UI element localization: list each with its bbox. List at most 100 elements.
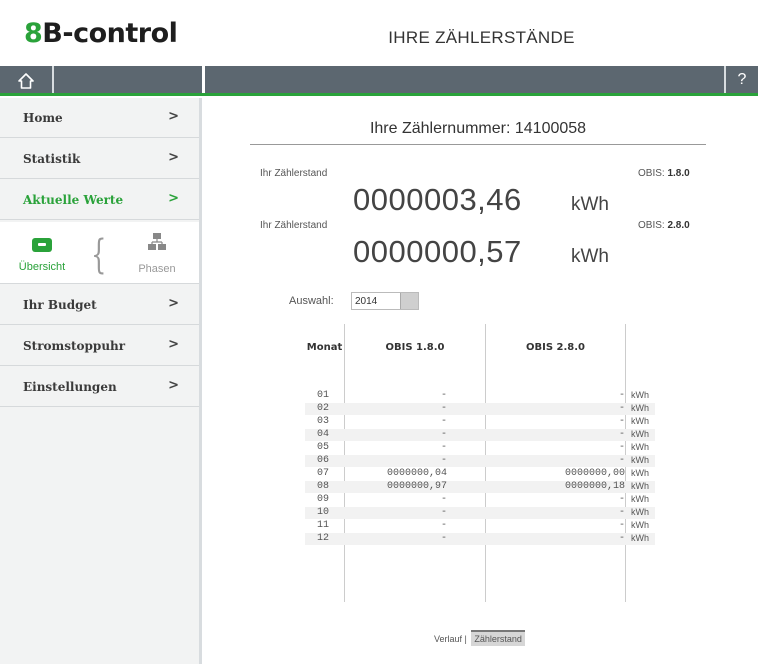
sidebar-item-einstellungen[interactable]: Einstellungen > bbox=[0, 367, 199, 407]
month-cell: 11 bbox=[317, 520, 330, 531]
sub-item-phases[interactable]: Phasen bbox=[132, 232, 182, 275]
verlauf-link[interactable]: Verlauf bbox=[434, 634, 462, 644]
month-cell: 05 bbox=[317, 442, 330, 453]
separator: | bbox=[464, 634, 467, 644]
reading-label: Ihr Zählerstand bbox=[260, 168, 328, 179]
zaehlerstand-link[interactable]: Zählerstand bbox=[471, 630, 525, 646]
obis280-cell: - bbox=[618, 520, 625, 531]
obis180-cell: - bbox=[440, 455, 447, 466]
chevron-right-icon: > bbox=[168, 191, 179, 206]
month-cell: 08 bbox=[317, 481, 330, 492]
obis180-cell: - bbox=[440, 403, 447, 414]
sidebar-item-aktuelle-werte[interactable]: Aktuelle Werte > bbox=[0, 180, 199, 220]
obis280-cell: 0000000,18 bbox=[564, 481, 625, 492]
sidebar-item-budget[interactable]: Ihr Budget > bbox=[0, 285, 199, 325]
view-switcher: Verlauf | Zählerstand bbox=[434, 630, 525, 646]
sidebar-item-statistik[interactable]: Statistik > bbox=[0, 139, 199, 179]
chevron-right-icon: > bbox=[168, 378, 179, 393]
month-cell: 09 bbox=[317, 494, 330, 505]
nav-divider bbox=[724, 66, 726, 93]
table-row: 04- - kWh bbox=[305, 429, 655, 441]
nav-divider bbox=[52, 66, 54, 93]
unit-cell: kWh bbox=[631, 468, 649, 478]
nav-divider bbox=[202, 66, 205, 93]
table-row: 11- - kWh bbox=[305, 520, 655, 532]
phases-icon bbox=[148, 233, 166, 250]
obis180-cell: - bbox=[440, 429, 447, 440]
sidebar-item-stromstoppuhr[interactable]: Stromstoppuhr > bbox=[0, 326, 199, 366]
month-cell: 01 bbox=[317, 390, 330, 401]
reading-label: Ihr Zählerstand bbox=[260, 220, 328, 231]
table-row: 02- - kWh bbox=[305, 403, 655, 415]
obis280-cell: - bbox=[618, 533, 625, 544]
obis-code: 1.8.0 bbox=[667, 168, 690, 179]
sub-item-overview[interactable]: Übersicht bbox=[16, 238, 68, 273]
month-cell: 02 bbox=[317, 403, 330, 414]
brace-divider: { bbox=[91, 232, 107, 278]
nav-bar: ? bbox=[0, 66, 758, 96]
unit-cell: kWh bbox=[631, 455, 649, 465]
obis-label: OBIS: 2.8.0 bbox=[638, 220, 690, 231]
unit-cell: kWh bbox=[631, 533, 649, 543]
unit-cell: kWh bbox=[631, 429, 649, 439]
obis180-cell: 0000000,04 bbox=[386, 468, 447, 479]
obis280-cell: - bbox=[618, 455, 625, 466]
sidebar: Home > Statistik > Aktuelle Werte > Über… bbox=[0, 98, 202, 664]
month-cell: 12 bbox=[317, 533, 330, 544]
sidebar-item-home[interactable]: Home > bbox=[0, 98, 199, 138]
obis280-cell: - bbox=[618, 416, 625, 427]
table-row: 06- - kWh bbox=[305, 455, 655, 467]
reading-unit: kWh bbox=[571, 194, 609, 215]
column-header: OBIS 1.8.0 bbox=[385, 342, 445, 353]
obis280-cell: 0000000,00 bbox=[564, 468, 625, 479]
obis-code: 2.8.0 bbox=[667, 220, 690, 231]
unit-cell: kWh bbox=[631, 403, 649, 413]
table-row: 12- - kWh bbox=[305, 533, 655, 545]
divider bbox=[250, 144, 706, 145]
unit-cell: kWh bbox=[631, 494, 649, 504]
column-header: Monat bbox=[306, 342, 343, 353]
logo-text: B-control bbox=[42, 18, 178, 49]
unit-cell: kWh bbox=[631, 442, 649, 452]
dropdown-button[interactable] bbox=[400, 293, 418, 309]
year-select-label: Auswahl: bbox=[289, 295, 334, 307]
overview-icon bbox=[32, 238, 52, 252]
sidebar-item-label: Statistik bbox=[23, 152, 81, 166]
sidebar-item-label: Ihr Budget bbox=[23, 298, 97, 312]
obis-prefix: OBIS: bbox=[638, 220, 665, 231]
sidebar-item-label: Aktuelle Werte bbox=[23, 193, 124, 207]
obis280-cell: - bbox=[618, 429, 625, 440]
year-select[interactable]: 2014 bbox=[351, 292, 419, 310]
column-header: OBIS 2.8.0 bbox=[526, 342, 585, 353]
table-row: 01- - kWh bbox=[305, 390, 655, 402]
chevron-right-icon: > bbox=[168, 150, 179, 165]
sidebar-item-label: Stromstoppuhr bbox=[23, 339, 126, 353]
home-icon[interactable] bbox=[12, 70, 40, 92]
month-cell: 07 bbox=[317, 468, 330, 479]
main-content: Ihre Zählernummer: 14100058 Ihr Zählerst… bbox=[205, 98, 758, 664]
chevron-right-icon: > bbox=[168, 109, 179, 124]
obis180-cell: - bbox=[440, 390, 447, 401]
obis180-cell: - bbox=[440, 416, 447, 427]
reading-unit: kWh bbox=[571, 246, 609, 267]
help-button[interactable]: ? bbox=[728, 69, 756, 91]
sidebar-item-label: Home bbox=[23, 111, 63, 125]
unit-cell: kWh bbox=[631, 390, 649, 400]
obis280-cell: - bbox=[618, 507, 625, 518]
sub-menu: Übersicht { Phasen bbox=[0, 222, 199, 284]
obis280-cell: - bbox=[618, 390, 625, 401]
table-row: 03- - kWh bbox=[305, 416, 655, 428]
table-row: 05- - kWh bbox=[305, 442, 655, 454]
year-select-value: 2014 bbox=[355, 296, 378, 307]
sub-item-label: Übersicht bbox=[18, 261, 66, 273]
reading-value: 0000003,46 bbox=[353, 182, 522, 217]
table-row: 09- - kWh bbox=[305, 494, 655, 506]
obis-label: OBIS: 1.8.0 bbox=[638, 168, 690, 179]
logo: 8B-control bbox=[24, 18, 178, 49]
obis180-cell: - bbox=[440, 520, 447, 531]
page-title: IHRE ZÄHLERSTÄNDE bbox=[388, 28, 575, 47]
meter-number-title: Ihre Zählernummer: 14100058 bbox=[369, 120, 587, 137]
chevron-right-icon: > bbox=[168, 337, 179, 352]
sub-item-label: Phasen bbox=[138, 263, 176, 275]
month-cell: 03 bbox=[317, 416, 330, 427]
